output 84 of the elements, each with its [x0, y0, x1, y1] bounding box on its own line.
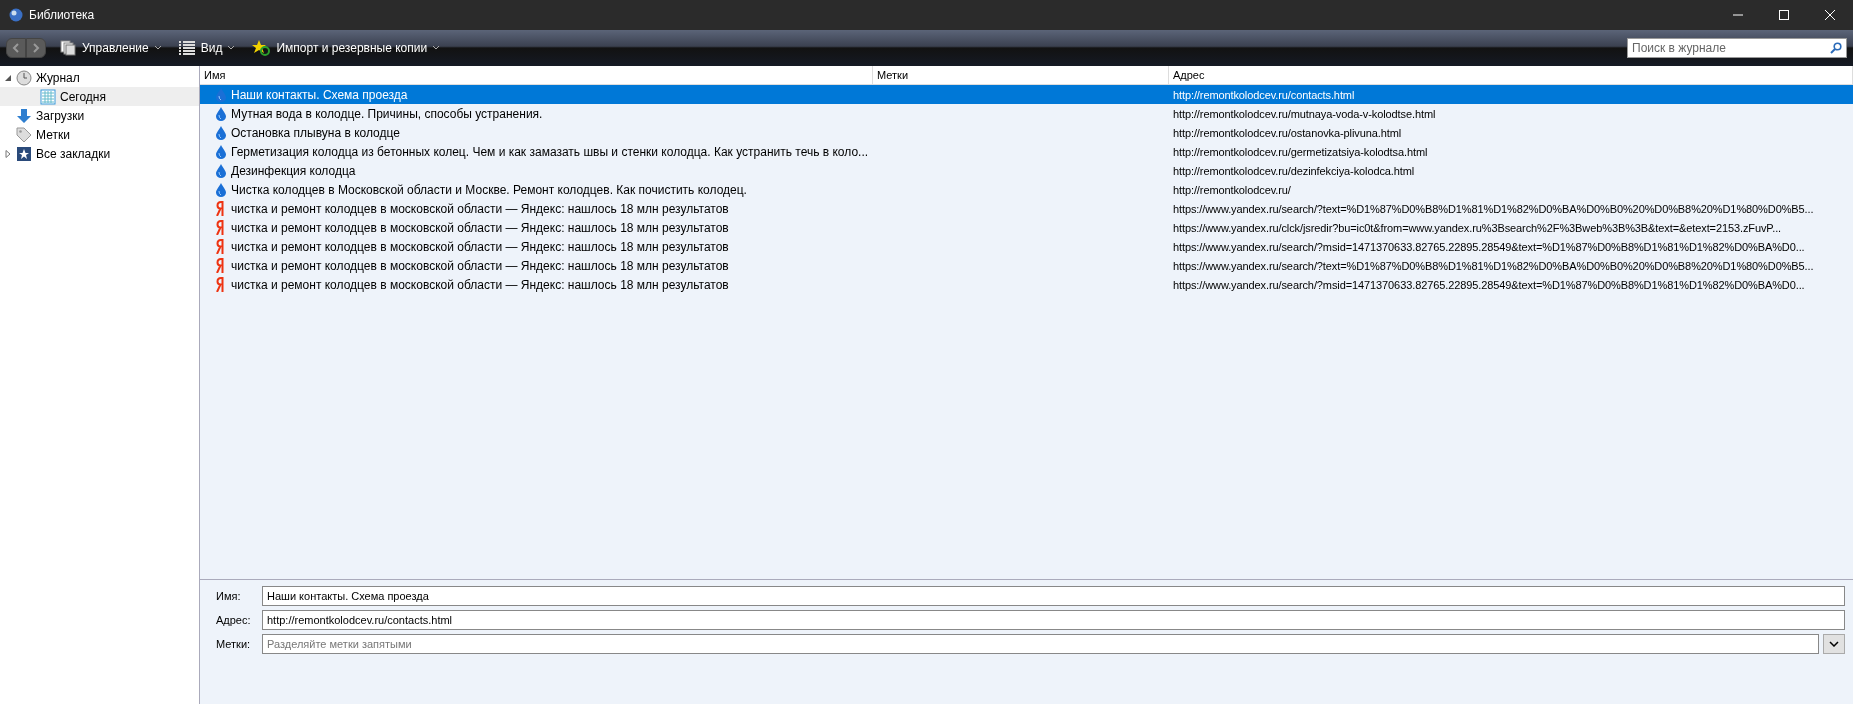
history-row[interactable]: Остановка плывуна в колодце http://remontkolodcev.ru/ostanovka-plivuna.html: [200, 123, 1853, 142]
table-cell-text: https://www.yandex.ru/clck/jsredir?bu=ic0t&from=www.yandex.ru%3Bsearch%2F%3Bweb%3B%3B&text=&etext=2153.zFuvP...: [1172, 221, 1783, 234]
table-cell: чистка и ремонт колодцев в московской области — Яндекс: нашлось 18 млн результатов: [231, 201, 729, 216]
table-cell: Остановка плывуна в колодце: [231, 125, 400, 140]
column-header[interactable]: Метки: [873, 66, 1169, 84]
table-cell: Наши контакты. Схема проезда: [231, 87, 408, 102]
column-header[interactable]: Имя: [200, 66, 873, 84]
history-row[interactable]: чистка и ремонт колодцев в московской области — Яндекс: нашлось 18 млн результатов https://www.yandex.ru/search/?msid=1471370633.82765.22895.28549&text=%D1%87%D0%B8%D1%81%D1%82%D0%BA%D0...: [200, 237, 1853, 256]
table-cell: Герметизация колодца из бетонных колец. Чем и как замазать швы и стенки колодца. Как устранить течь в коло...: [231, 144, 869, 159]
tag-icon: [16, 126, 32, 143]
history-row[interactable]: Наши контакты. Схема проезда http://remontkolodcev.ru/contacts.html: [200, 85, 1853, 104]
input-field[interactable]: Наши контакты. Схема проезда: [262, 586, 1845, 606]
history-row[interactable]: чистка и ремонт колодцев в московской области — Яндекс: нашлось 18 млн результатов https://www.yandex.ru/search/?msid=1471370633.82765.22895.28549&text=%D1%87%D0%B8%D1%81%D1%82%D0%BA%D0...: [200, 275, 1853, 294]
input-field[interactable]: Разделяйте метки запятыми: [262, 634, 1819, 654]
table-cell-text: https://www.yandex.ru/search/?text=%D1%87%D0%B8%D1%81%D1%82%D0%BA%D0%B0%20%D0%B8%20%D1%80%D0%B5...: [1172, 202, 1815, 215]
yandex-logo-icon: [216, 239, 226, 254]
history-row[interactable]: чистка и ремонт колодцев в московской области — Яндекс: нашлось 18 млн результатов https://www.yandex.ru/search/?text=%D1%87%D0%B8%D1%81%D1%82%D0%BA%D0%B0%20%D0%B8%20%D1%80%D0%B5...: [200, 199, 1853, 218]
table-cell: Чистка колодцев в Московской области и Москве. Ремонт колодцев. Как почистить колодец.: [231, 182, 747, 197]
yandex-logo-icon: [216, 201, 226, 216]
sidebar-item[interactable]: Сегодня: [0, 87, 199, 106]
sidebar-item[interactable]: Загрузки: [0, 106, 199, 125]
pages-icon: [60, 40, 76, 56]
forward-button[interactable]: [26, 38, 46, 58]
history-row[interactable]: Чистка колодцев в Московской области и Москве. Ремонт колодцев. Как почистить колодец. http://remontkolodcev.ru/: [200, 180, 1853, 199]
caret-icon: [433, 46, 440, 50]
water-drop-icon: [216, 125, 226, 140]
water-drop-icon: [216, 87, 226, 102]
table-cell-text: https://www.yandex.ru/search/?msid=1471370633.82765.22895.28549&text=%D1%87%D0%B8%D1%81%D1%82%D0%BA%D0...: [1172, 240, 1806, 253]
star-icon: [252, 40, 271, 56]
table-cell-text: http://remontkolodcev.ru/dezinfekciya-kolodca.html: [1172, 164, 1416, 177]
history-row[interactable]: Дезинфекция колодца http://remontkolodcev.ru/dezinfekciya-kolodca.html: [200, 161, 1853, 180]
globe-icon: [9, 8, 23, 22]
field-label: Адрес:: [216, 613, 252, 628]
column-header[interactable]: Адрес: [1169, 66, 1853, 84]
field-label: Метки:: [216, 637, 252, 652]
close-icon: [1825, 10, 1835, 20]
bookmarks-icon: [16, 145, 32, 162]
field-label: Имя:: [216, 589, 242, 604]
table-cell-text: https://www.yandex.ru/search/?text=%D1%87%D0%B8%D1%81%D1%82%D0%BA%D0%B0%20%D0%B8%20%D1%80%D0%B5...: [1172, 259, 1815, 272]
list-icon: [178, 41, 195, 55]
water-drop-icon: [216, 182, 226, 197]
table-cell-text: http://remontkolodcev.ru/: [1172, 183, 1292, 196]
table-cell: чистка и ремонт колодцев в московской области — Яндекс: нашлось 18 млн результатов: [231, 220, 729, 235]
table-cell: Мутная вода в колодце. Причины, способы устранения.: [231, 106, 543, 121]
water-drop-icon: [216, 144, 226, 159]
dropdown-button[interactable]: [1823, 634, 1845, 654]
history-row[interactable]: чистка и ремонт колодцев в московской области — Яндекс: нашлось 18 млн результатов https://www.yandex.ru/clck/jsredir?bu=ic0t&from=www.yandex.ru%3Bsearch%2F%3Bweb%3B%3B&text=&etext=2153.zFuvP...: [200, 218, 1853, 237]
window-title: Библиотека: [29, 8, 96, 22]
expanded-triangle-icon[interactable]: [4, 73, 12, 82]
calendar-icon: [40, 88, 56, 105]
sidebar-item[interactable]: Метки: [0, 125, 199, 144]
toolbar-menu-button[interactable]: Вид: [174, 39, 239, 57]
table-cell-text: https://www.yandex.ru/search/?msid=1471370633.82765.22895.28549&text=%D1%87%D0%B8%D1%81%D1%82%D0%BA%D0...: [1172, 278, 1806, 291]
caret-icon: [154, 46, 161, 50]
caret-icon: [228, 46, 235, 50]
clock-icon: [16, 69, 32, 86]
sidebar-item[interactable]: Все закладки: [0, 144, 199, 163]
water-drop-icon: [216, 106, 226, 121]
collapsed-triangle-icon[interactable]: [4, 149, 12, 158]
search-field[interactable]: Поиск в журнале: [1627, 38, 1847, 58]
search-icon: [1830, 42, 1842, 54]
table-cell: чистка и ремонт колодцев в московской области — Яндекс: нашлось 18 млн результатов: [231, 258, 729, 273]
input-field[interactable]: http://remontkolodcev.ru/contacts.html: [262, 610, 1845, 630]
sidebar-item[interactable]: Журнал: [0, 68, 199, 87]
history-row[interactable]: Герметизация колодца из бетонных колец. Чем и как замазать швы и стенки колодца. Как устранить течь в коло... http://remontkolodcev.ru/germetizatsiya-kolodtsa.html: [200, 142, 1853, 161]
yandex-logo-icon: [216, 258, 226, 273]
maximize-icon: [1779, 10, 1789, 20]
toolbar-menu-button[interactable]: Управление: [56, 38, 165, 58]
table-cell: Дезинфекция колодца: [231, 163, 356, 178]
down-arrow-icon: [16, 107, 32, 124]
table-cell-text: http://remontkolodcev.ru/mutnaya-voda-v-kolodtse.html: [1172, 107, 1437, 120]
table-cell: чистка и ремонт колодцев в московской области — Яндекс: нашлось 18 млн результатов: [231, 239, 729, 254]
water-drop-icon: [216, 163, 226, 178]
table-cell-text: http://remontkolodcev.ru/germetizatsiya-kolodtsa.html: [1172, 145, 1429, 158]
yandex-logo-icon: [216, 220, 226, 235]
table-cell: чистка и ремонт колодцев в московской области — Яндекс: нашлось 18 млн результатов: [231, 277, 729, 292]
history-row[interactable]: Мутная вода в колодце. Причины, способы устранения. http://remontkolodcev.ru/mutnaya-voda-v-kolodtse.html: [200, 104, 1853, 123]
yandex-logo-icon: [216, 277, 226, 292]
chevron-down-icon: [1829, 641, 1839, 647]
table-cell-text: http://remontkolodcev.ru/ostanovka-plivuna.html: [1172, 126, 1403, 139]
table-cell-text: http://remontkolodcev.ru/contacts.html: [1172, 88, 1356, 101]
history-row[interactable]: чистка и ремонт колодцев в московской области — Яндекс: нашлось 18 млн результатов https://www.yandex.ru/search/?text=%D1%87%D0%B8%D1%81%D1%82%D0%BA%D0%B0%20%D0%B8%20%D1%80%D0%B5...: [200, 256, 1853, 275]
toolbar-menu-button[interactable]: Импорт и резервные копии: [248, 38, 444, 58]
back-button[interactable]: [6, 38, 26, 58]
